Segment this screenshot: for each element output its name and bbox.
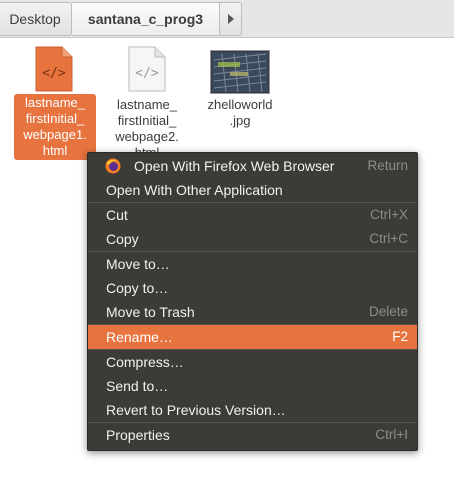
menu-item-send-to[interactable]: Send to… <box>88 374 417 398</box>
menu-item-label: Rename… <box>106 329 173 345</box>
file-item-zhelloworld[interactable]: zhelloworld .jpg <box>196 46 284 136</box>
menu-item-shortcut: Ctrl+I <box>375 427 408 442</box>
path-bar: Desktop santana_c_prog3 <box>0 0 454 38</box>
menu-item-label: Move to Trash <box>106 304 195 320</box>
menu-item-move-to-trash[interactable]: Move to Trash Delete <box>88 300 417 324</box>
menu-item-shortcut: Ctrl+C <box>369 231 408 246</box>
breadcrumb-current-folder[interactable]: santana_c_prog3 <box>72 2 220 36</box>
file-item-webpage2[interactable]: </> lastname_ firstInitial_ webpage2. ht… <box>106 46 188 160</box>
html-file-icon: </> <box>128 46 166 92</box>
svg-text:</>: </> <box>42 66 66 81</box>
menu-item-open-with-firefox[interactable]: Open With Firefox Web Browser Return <box>88 154 417 178</box>
svg-text:</>: </> <box>135 66 159 81</box>
file-name: lastname_ firstInitial_ webpage1. html <box>14 94 96 160</box>
menu-item-copy-to[interactable]: Copy to… <box>88 276 417 300</box>
menu-item-label: Send to… <box>106 378 169 394</box>
file-name: zhelloworld .jpg <box>207 97 273 128</box>
html-file-icon: </> <box>35 46 73 92</box>
breadcrumb-forward-arrow-icon[interactable] <box>220 2 242 36</box>
menu-item-compress[interactable]: Compress… <box>88 350 417 374</box>
firefox-icon <box>105 158 121 174</box>
menu-item-copy[interactable]: Copy Ctrl+C <box>88 227 417 251</box>
menu-item-label: Copy to… <box>106 280 169 296</box>
menu-item-open-with-other[interactable]: Open With Other Application <box>88 178 417 202</box>
menu-item-label: Open With Other Application <box>106 182 283 198</box>
menu-item-shortcut: F2 <box>392 329 408 344</box>
menu-item-label: Cut <box>106 207 128 223</box>
menu-item-shortcut: Ctrl+X <box>370 207 408 222</box>
menu-item-label: Open With Firefox Web Browser <box>134 158 335 174</box>
menu-item-label: Move to… <box>106 256 170 272</box>
menu-item-properties[interactable]: Properties Ctrl+I <box>88 423 417 447</box>
menu-item-label: Compress… <box>106 354 184 370</box>
menu-item-revert-to-previous-version[interactable]: Revert to Previous Version… <box>88 398 417 422</box>
menu-item-rename[interactable]: Rename… F2 <box>88 325 417 349</box>
context-menu: Open With Firefox Web Browser Return Ope… <box>87 152 418 451</box>
menu-item-label: Properties <box>106 427 170 443</box>
menu-item-label: Copy <box>106 231 139 247</box>
menu-item-label: Revert to Previous Version… <box>106 402 286 418</box>
menu-item-shortcut: Return <box>367 158 408 173</box>
menu-item-move-to[interactable]: Move to… <box>88 252 417 276</box>
image-thumbnail-icon <box>210 50 270 94</box>
breadcrumb-desktop[interactable]: Desktop <box>0 2 72 36</box>
menu-item-shortcut: Delete <box>368 304 408 319</box>
file-item-webpage1[interactable]: </> lastname_ firstInitial_ webpage1. ht… <box>14 46 96 166</box>
menu-item-cut[interactable]: Cut Ctrl+X <box>88 203 417 227</box>
